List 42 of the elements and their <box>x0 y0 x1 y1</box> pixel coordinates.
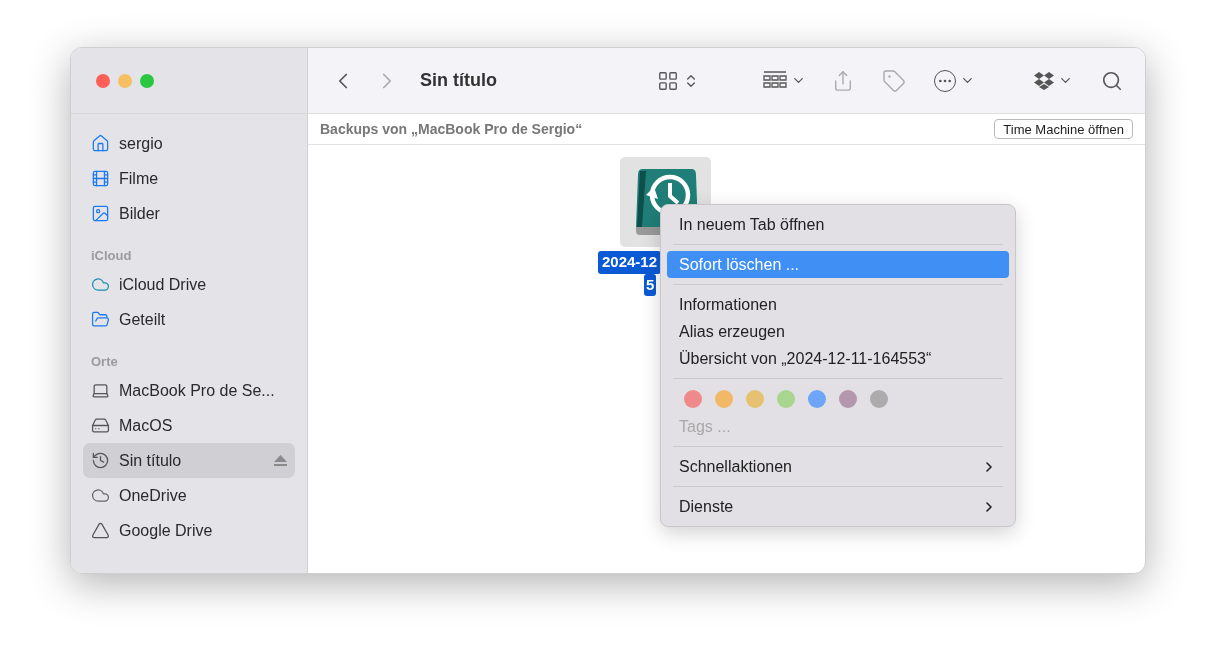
sidebar-item[interactable]: OneDrive <box>83 478 295 513</box>
sidebar-section-header: iCloud <box>90 247 133 266</box>
submenu-item[interactable]: Dienste <box>667 493 1009 520</box>
sidebar-item[interactable]: iCloud Drive <box>83 267 295 302</box>
sidebar-item[interactable]: Bilder <box>83 196 295 231</box>
cloud-icon <box>91 275 110 294</box>
laptop-icon <box>91 381 110 400</box>
search-icon[interactable] <box>1101 69 1123 92</box>
file-name[interactable]: 2024-12 <box>598 251 662 274</box>
triangle-icon <box>91 521 110 540</box>
film-icon <box>91 169 110 188</box>
sidebar-item[interactable]: Google Drive <box>83 513 295 548</box>
sidebar-section-header: Orte <box>90 353 119 372</box>
close-button[interactable] <box>96 73 110 88</box>
menu-item[interactable]: In neuem Tab öffnen <box>667 211 1009 238</box>
group-icon[interactable] <box>763 70 787 91</box>
file-name[interactable]: 5 <box>644 273 657 296</box>
clock-icon <box>91 451 110 470</box>
menu-item[interactable]: Übersicht von „2024-12-11-164553“ <box>667 345 1009 372</box>
share-icon[interactable] <box>832 69 854 92</box>
menu-item[interactable]: Informationen <box>667 291 1009 318</box>
eject-icon[interactable] <box>274 455 287 466</box>
boxes-icon[interactable] <box>1033 71 1055 90</box>
image-icon <box>91 204 110 223</box>
menu-item[interactable]: Alias erzeugen <box>667 318 1009 345</box>
sidebar-item[interactable]: MacBook Pro de Se... <box>83 373 295 408</box>
minimize-button[interactable] <box>118 73 132 88</box>
zoom-button[interactable] <box>140 73 154 88</box>
path-label: Backups von „MacBook Pro de Sergio“ <box>320 119 583 139</box>
sidebar-item[interactable]: sergio <box>83 126 295 161</box>
sidebar-item[interactable]: Geteilt <box>83 302 295 337</box>
tag-icon[interactable] <box>882 68 906 93</box>
window-title: Sin título <box>420 69 497 92</box>
sidebar-item[interactable]: MacOS <box>83 408 295 443</box>
time-machine-button[interactable]: Time Machine öffnen <box>994 119 1133 139</box>
home-icon <box>91 134 110 153</box>
cloud-icon <box>91 486 110 505</box>
sidebar-item[interactable]: Filme <box>83 161 295 196</box>
grid-view-icon[interactable] <box>657 69 679 92</box>
shared-folder-icon <box>91 310 110 329</box>
sidebar-item[interactable]: Sin título <box>83 443 295 478</box>
submenu-item[interactable]: Schnellaktionen <box>667 453 1009 480</box>
